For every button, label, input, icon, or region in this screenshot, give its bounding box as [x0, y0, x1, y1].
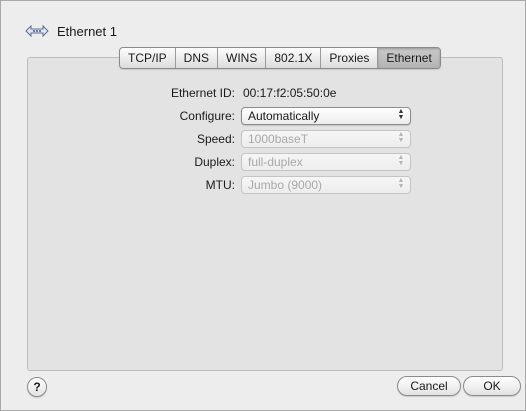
configure-popup[interactable]: Automatically ▲ ▼ — [241, 107, 411, 125]
tab-tcpip[interactable]: TCP/IP — [120, 48, 176, 68]
tab-bar: TCP/IP DNS WINS 802.1X Proxies Ethernet — [119, 47, 441, 69]
tab-8021x[interactable]: 802.1X — [266, 48, 322, 68]
ethernet-id-label: Ethernet ID: — [170, 86, 235, 100]
configure-row: Configure: Automatically ▲ ▼ — [1, 106, 526, 126]
updown-arrows-icon: ▲ ▼ — [397, 131, 405, 144]
tab-wins[interactable]: WINS — [218, 48, 267, 68]
settings-panel — [27, 57, 503, 371]
interface-title: Ethernet 1 — [57, 23, 117, 39]
duplex-label: Duplex: — [194, 155, 235, 169]
ethernet-icon — [25, 23, 49, 39]
help-button[interactable]: ? — [27, 377, 47, 397]
ethernet-id-row: Ethernet ID: 00:17:f2:05:50:0e — [1, 83, 526, 103]
updown-arrows-icon: ▲ ▼ — [397, 177, 405, 190]
tab-ethernet[interactable]: Ethernet — [378, 48, 440, 68]
speed-row: Speed: 1000baseT ▲ ▼ — [1, 129, 526, 149]
mtu-label: MTU: — [205, 178, 235, 192]
dialog-header: Ethernet 1 — [25, 19, 117, 43]
duplex-row: Duplex: full-duplex ▲ ▼ — [1, 152, 526, 172]
mtu-value: Jumbo (9000) — [248, 178, 323, 192]
updown-arrows-icon: ▲ ▼ — [397, 108, 405, 121]
mtu-row: MTU: Jumbo (9000) ▲ ▼ — [1, 175, 526, 195]
mtu-popup: Jumbo (9000) ▲ ▼ — [241, 176, 411, 194]
tab-dns[interactable]: DNS — [176, 48, 219, 68]
tab-proxies[interactable]: Proxies — [321, 48, 379, 68]
dialog-window: Ethernet 1 TCP/IP DNS WINS 802.1X Proxie… — [0, 0, 526, 411]
speed-label: Speed: — [196, 132, 235, 146]
duplex-popup: full-duplex ▲ ▼ — [241, 153, 411, 171]
speed-value: 1000baseT — [248, 132, 309, 146]
configure-label: Configure: — [179, 109, 235, 123]
speed-popup: 1000baseT ▲ ▼ — [241, 130, 411, 148]
duplex-value: full-duplex — [248, 155, 303, 169]
cancel-button[interactable]: Cancel — [397, 376, 461, 396]
ethernet-id-value: 00:17:f2:05:50:0e — [243, 86, 337, 100]
ok-button[interactable]: OK — [463, 376, 521, 396]
configure-value: Automatically — [248, 109, 320, 123]
updown-arrows-icon: ▲ ▼ — [397, 154, 405, 167]
